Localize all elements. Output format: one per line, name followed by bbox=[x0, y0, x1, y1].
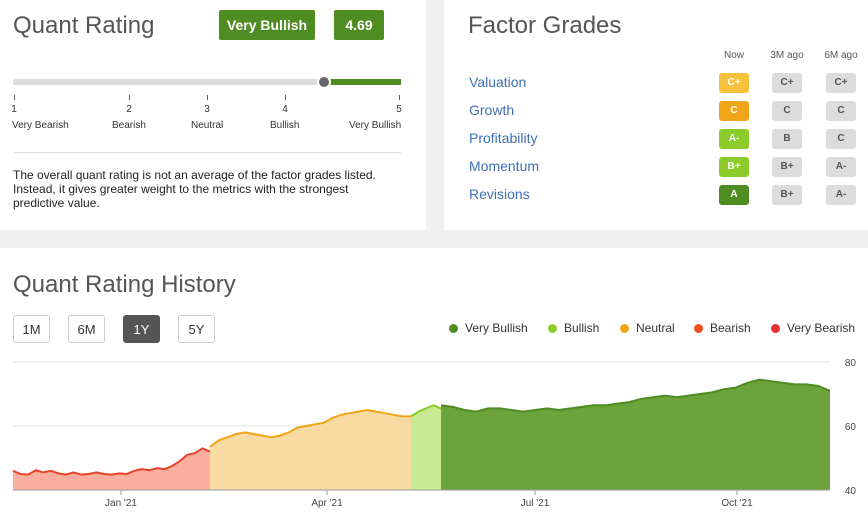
scale-tick-mark bbox=[285, 95, 286, 100]
scale-tick-label: Very Bullish bbox=[349, 120, 402, 131]
grade-badge-revisions-3m: B+ bbox=[772, 185, 802, 205]
column-header-now: Now bbox=[723, 50, 744, 61]
rating-scale-fill bbox=[322, 79, 401, 85]
grade-badge-growth-6m: C bbox=[826, 101, 856, 121]
factor-link-growth[interactable]: Growth bbox=[469, 102, 514, 118]
scale-tick-label: Neutral bbox=[191, 120, 224, 131]
factor-grades-panel: Factor Grades Now 3M ago 6M ago Valuatio… bbox=[444, 0, 868, 230]
grade-badge-profitability-now: A- bbox=[719, 129, 749, 149]
y-axis-label: 60 bbox=[845, 422, 857, 433]
quant-rating-title: Quant Rating bbox=[13, 12, 155, 39]
scale-tick-mark bbox=[129, 95, 130, 100]
quant-rating-description: The overall quant rating is not an avera… bbox=[13, 168, 376, 210]
grade-badge-momentum-3m: B+ bbox=[772, 157, 802, 177]
rating-score-badge: 4.69 bbox=[334, 10, 384, 40]
scale-tick-label: Bullish bbox=[270, 120, 300, 131]
scale-tick-label: Very Bearish bbox=[12, 120, 69, 131]
quant-rating-history-chart: Jan '21 Apr '21 Jul '21 Oct '21 80 60 40 bbox=[12, 358, 857, 509]
scale-tick-mark bbox=[14, 95, 15, 100]
grade-badge-profitability-6m: C bbox=[826, 129, 856, 149]
scale-tick-number: 3 bbox=[204, 104, 210, 115]
column-header-6m-ago: 6M ago bbox=[824, 50, 858, 61]
column-header-3m-ago: 3M ago bbox=[770, 50, 804, 61]
area-segment-bullish bbox=[411, 405, 441, 490]
grade-badge-valuation-3m: C+ bbox=[772, 73, 802, 93]
scale-tick-number: 5 bbox=[396, 104, 402, 115]
grade-badge-momentum-now: B+ bbox=[719, 157, 749, 177]
scale-tick-number: 2 bbox=[126, 104, 132, 115]
y-axis-label: 80 bbox=[845, 358, 857, 369]
grade-badge-revisions-6m: A- bbox=[826, 185, 856, 205]
quant-rating-panel: Quant Rating Very Bullish 4.69 1 Very Bea… bbox=[0, 0, 426, 230]
x-axis-label: Oct '21 bbox=[721, 498, 753, 509]
factor-grades-title: Factor Grades bbox=[468, 12, 622, 39]
x-axis-label: Jan '21 bbox=[105, 498, 137, 509]
factor-link-momentum[interactable]: Momentum bbox=[469, 158, 539, 174]
scale-tick-mark bbox=[399, 95, 400, 100]
scale-tick-number: 4 bbox=[282, 104, 288, 115]
area-segment-very-bullish bbox=[441, 379, 830, 490]
grade-badge-valuation-now: C+ bbox=[719, 73, 749, 93]
rating-scale-marker bbox=[316, 75, 331, 89]
grade-badge-revisions-now: A bbox=[719, 185, 749, 205]
quant-rating-history-panel: Quant Rating History 1M 6M 1Y 5Y Very Bu… bbox=[0, 248, 868, 514]
divider bbox=[13, 152, 401, 153]
rating-label-badge: Very Bullish bbox=[219, 10, 315, 40]
rating-scale-bar bbox=[13, 75, 401, 89]
factor-link-revisions[interactable]: Revisions bbox=[469, 186, 530, 202]
area-segment-neutral bbox=[210, 410, 411, 490]
grade-badge-profitability-3m: B bbox=[772, 129, 802, 149]
scale-tick-mark bbox=[207, 95, 208, 100]
x-axis-label: Jul '21 bbox=[521, 498, 550, 509]
grade-badge-growth-now: C bbox=[719, 101, 749, 121]
x-axis-label: Apr '21 bbox=[311, 498, 343, 509]
factor-link-valuation[interactable]: Valuation bbox=[469, 74, 526, 90]
factor-link-profitability[interactable]: Profitability bbox=[469, 130, 537, 146]
grade-badge-valuation-6m: C+ bbox=[826, 73, 856, 93]
area-segment-bearish bbox=[13, 448, 210, 490]
y-axis-label: 40 bbox=[845, 486, 857, 497]
grade-badge-momentum-6m: A- bbox=[826, 157, 856, 177]
scale-tick-number: 1 bbox=[11, 104, 17, 115]
grade-badge-growth-3m: C bbox=[772, 101, 802, 121]
scale-tick-label: Bearish bbox=[112, 120, 146, 131]
